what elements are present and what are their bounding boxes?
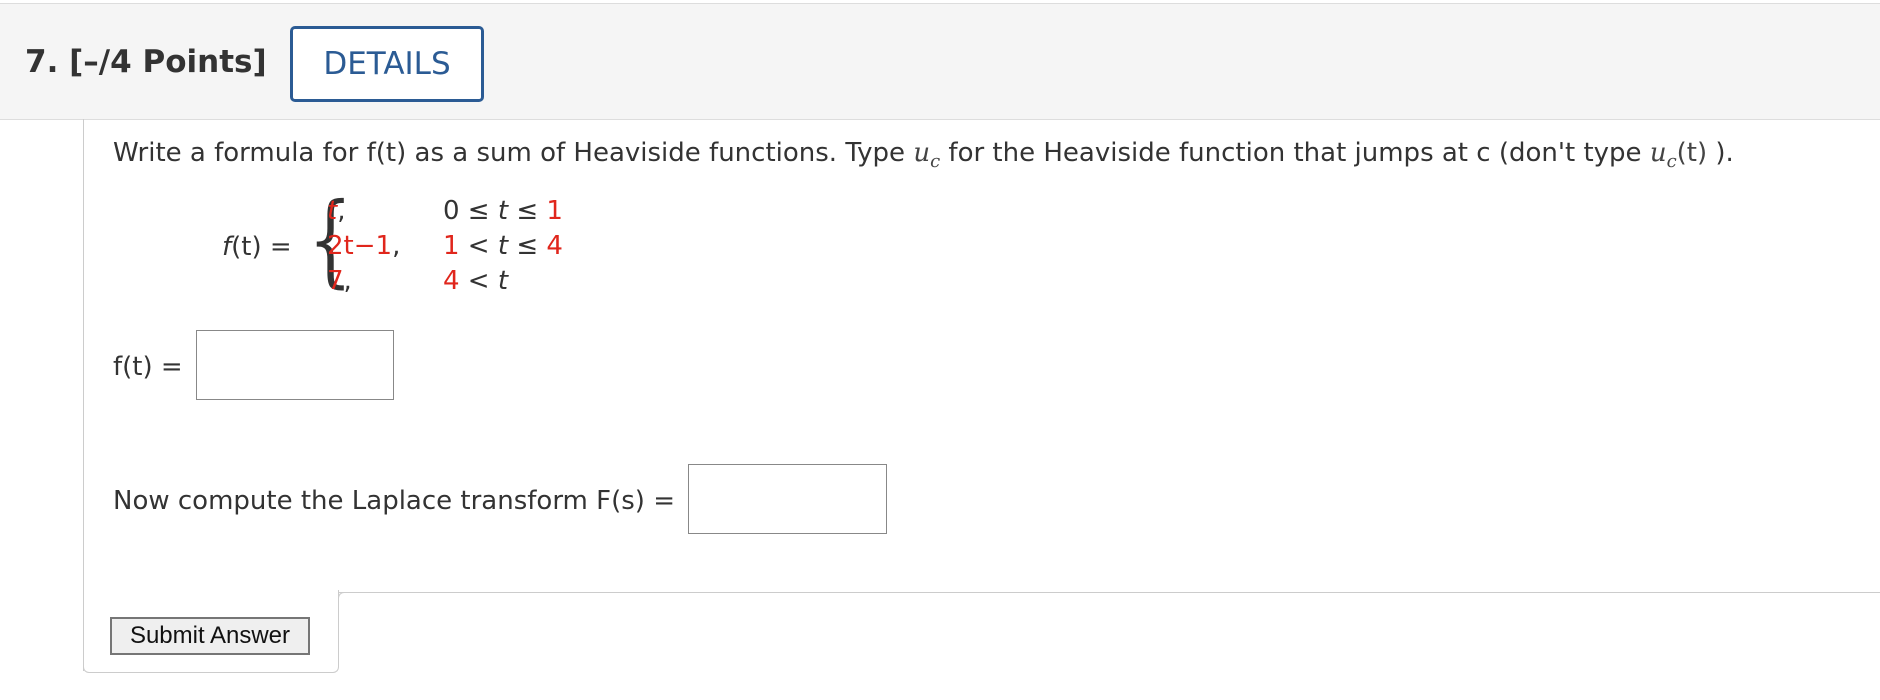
piecewise-condition: 4 < t — [443, 266, 508, 296]
cond-right: 4 — [546, 231, 563, 261]
expr-text: 2t−1 — [327, 231, 393, 261]
cond-var: t — [497, 196, 509, 226]
ft-answer-label: f(t) = — [113, 352, 183, 382]
instruction-text-1: Write a formula for f(t) as a sum of Hea… — [113, 138, 914, 168]
instruction-text-3: ). — [1715, 138, 1734, 168]
laplace-answer-label: Now compute the Laplace transform F(s) = — [113, 486, 675, 516]
piecewise-expression: t, — [327, 196, 345, 226]
cond-op: ≤ — [508, 196, 547, 226]
cond-op: ≤ — [508, 231, 547, 261]
heaviside-u: u — [913, 138, 931, 168]
cond-op: ≤ — [459, 196, 498, 226]
divider-corner — [338, 592, 347, 601]
cond-op: < — [459, 231, 498, 261]
expr-comma: , — [392, 231, 401, 261]
cond-left: 4 — [443, 266, 460, 296]
heaviside-symbol: uc — [913, 138, 940, 172]
instruction-text-2: for the Heaviside function that jumps at… — [948, 138, 1650, 168]
piecewise-condition: 1 < t ≤ 4 — [443, 231, 563, 261]
heaviside-subscript: c — [930, 151, 941, 172]
submit-answer-button[interactable]: Submit Answer — [110, 617, 310, 655]
heaviside-u: u — [1649, 138, 1667, 168]
cond-var: t — [497, 266, 509, 296]
ft-answer-input[interactable] — [196, 330, 394, 400]
cond-var: t — [497, 231, 509, 261]
expr-text: t — [327, 196, 338, 226]
question-instruction: Write a formula for f(t) as a sum of Hea… — [113, 138, 1734, 172]
divider — [338, 592, 1880, 593]
details-button[interactable]: DETAILS — [290, 26, 484, 102]
question-header: 7. [–/4 Points] DETAILS — [0, 3, 1880, 120]
cond-right: 1 — [546, 196, 563, 226]
expr-text: 7 — [327, 266, 344, 296]
function-name: f — [222, 232, 232, 262]
cond-left: 0 — [443, 196, 460, 226]
expr-comma: , — [343, 266, 352, 296]
heaviside-symbol-with-arg: uc(t) — [1649, 138, 1708, 172]
piecewise-expression: 7, — [327, 266, 352, 296]
laplace-answer-input[interactable] — [688, 464, 887, 534]
heaviside-subscript: c — [1666, 151, 1677, 172]
piecewise-expression: 2t−1, — [327, 231, 400, 261]
piecewise-lhs: f(t) = — [222, 232, 292, 262]
cond-left: 1 — [443, 231, 460, 261]
cond-op: < — [459, 266, 498, 296]
heaviside-args: (t) — [1676, 138, 1708, 168]
piecewise-condition: 0 ≤ t ≤ 1 — [443, 196, 563, 226]
function-args: (t) = — [231, 232, 292, 262]
expr-comma: , — [337, 196, 346, 226]
question-number: 7. [–/4 Points] — [25, 44, 267, 80]
